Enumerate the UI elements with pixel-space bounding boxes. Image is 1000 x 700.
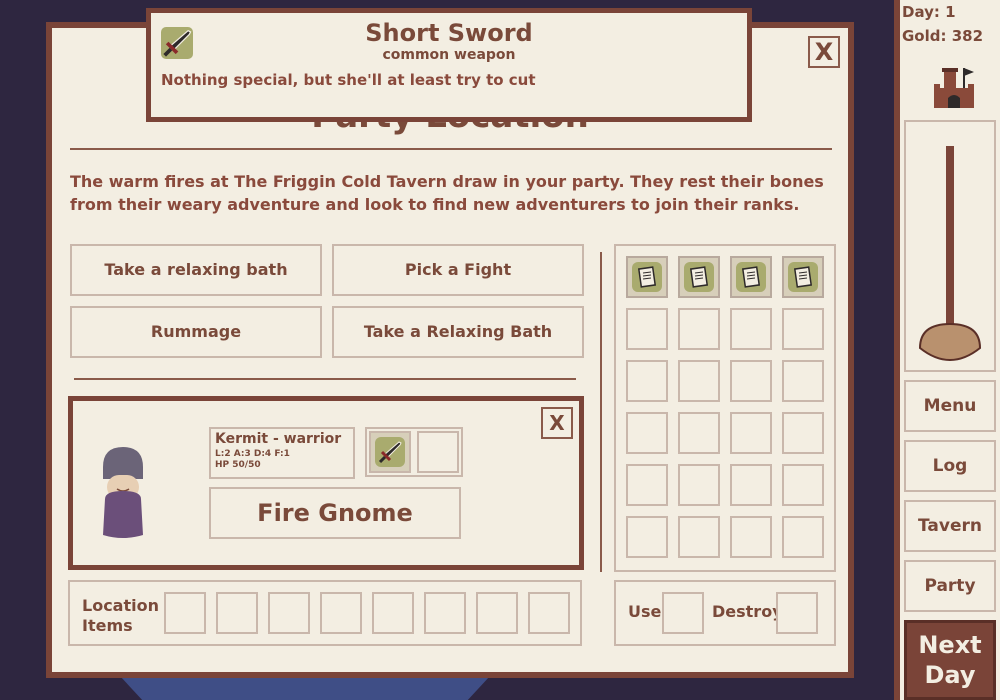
- inventory-slot[interactable]: [730, 464, 772, 506]
- day-timer: [904, 120, 996, 372]
- tavern-button[interactable]: Tavern: [904, 500, 996, 552]
- character-stats: L:2 A:3 D:4 F:1: [215, 449, 290, 459]
- location-item-slot[interactable]: [164, 592, 206, 634]
- inventory-slot[interactable]: [782, 412, 824, 454]
- inventory-slot[interactable]: [782, 360, 824, 402]
- inventory-slot[interactable]: [626, 308, 668, 350]
- inventory-slot[interactable]: [730, 256, 772, 298]
- location-items-bar: Location Items: [68, 580, 582, 646]
- character-info: Kermit - warrior L:2 A:3 D:4 F:1 HP 50/5…: [209, 427, 355, 479]
- equipped-weapon-slot[interactable]: [369, 431, 411, 473]
- equipment-slots: [365, 427, 463, 477]
- location-item-slot[interactable]: [528, 592, 570, 634]
- inventory-slot[interactable]: [626, 360, 668, 402]
- inventory-slot[interactable]: [782, 308, 824, 350]
- next-day-label: Next Day: [918, 631, 982, 689]
- inventory-grid: [614, 244, 836, 572]
- gold-counter: Gold: 382: [902, 27, 984, 45]
- destroy-slot[interactable]: [776, 592, 818, 634]
- inventory-slot[interactable]: [678, 308, 720, 350]
- next-day-button[interactable]: Next Day: [904, 620, 996, 700]
- inventory-slot[interactable]: [730, 308, 772, 350]
- action-button-pick-fight[interactable]: Pick a Fight: [332, 244, 584, 296]
- background-banner: [120, 676, 490, 700]
- action-button-rummage[interactable]: Rummage: [70, 306, 322, 358]
- inventory-slot[interactable]: [782, 464, 824, 506]
- character-name: Kermit - warrior: [215, 431, 342, 447]
- location-description: The warm fires at The Friggin Cold Taver…: [70, 172, 824, 214]
- character-hp: HP 50/50: [215, 460, 261, 470]
- party-button[interactable]: Party: [904, 560, 996, 612]
- location-item-slot[interactable]: [372, 592, 414, 634]
- item-tooltip: Short Sword common weapon Nothing specia…: [146, 8, 752, 122]
- inventory-slot[interactable]: [678, 360, 720, 402]
- location-items-label: Location Items: [82, 596, 159, 635]
- action-button-relaxing-bath-2[interactable]: Take a Relaxing Bath: [332, 306, 584, 358]
- location-item-slot[interactable]: [268, 592, 310, 634]
- tooltip-item-name: Short Sword: [365, 19, 533, 47]
- location-item-slot[interactable]: [424, 592, 466, 634]
- menu-button[interactable]: Menu: [904, 380, 996, 432]
- inventory-slot[interactable]: [626, 464, 668, 506]
- divider: [74, 378, 576, 380]
- castle-icon: [928, 64, 988, 114]
- vertical-divider: [600, 252, 602, 572]
- inventory-slot[interactable]: [678, 464, 720, 506]
- scroll-icon: [788, 262, 818, 292]
- inventory-slot[interactable]: [626, 256, 668, 298]
- inventory-slot[interactable]: [782, 256, 824, 298]
- scroll-icon: [736, 262, 766, 292]
- scroll-icon: [632, 262, 662, 292]
- inventory-slot[interactable]: [730, 412, 772, 454]
- character-close-button[interactable]: X: [541, 407, 573, 439]
- inventory-slot[interactable]: [678, 516, 720, 558]
- tooltip-item-type: common weapon: [382, 47, 516, 63]
- sidebar: Day: 1 Gold: 382 Menu Log Tavern Party N…: [894, 0, 1000, 700]
- character-class-button[interactable]: Fire Gnome: [209, 487, 461, 539]
- inventory-slot[interactable]: [678, 412, 720, 454]
- sword-icon: [375, 437, 405, 467]
- tooltip-item-description: Nothing special, but she'll at least try…: [161, 71, 536, 89]
- inventory-slot[interactable]: [626, 412, 668, 454]
- panel-close-button[interactable]: X: [808, 36, 840, 68]
- inventory-slot[interactable]: [782, 516, 824, 558]
- gnome-portrait-icon: [99, 445, 147, 545]
- day-counter: Day: 1: [902, 3, 956, 21]
- use-label: Use: [628, 602, 662, 621]
- sidebar-panel: Day: 1 Gold: 382 Menu Log Tavern Party N…: [900, 0, 1000, 700]
- scroll-icon: [684, 262, 714, 292]
- action-button-relaxing-bath[interactable]: Take a relaxing bath: [70, 244, 322, 296]
- location-item-slot[interactable]: [216, 592, 258, 634]
- inventory-slot[interactable]: [626, 516, 668, 558]
- inventory-slot[interactable]: [730, 516, 772, 558]
- item-actions-bar: Use Destroy: [614, 580, 836, 646]
- destroy-label: Destroy: [712, 602, 783, 621]
- divider: [70, 148, 832, 150]
- log-button[interactable]: Log: [904, 440, 996, 492]
- character-card: X Kermit - warrior L:2 A:3 D:4 F:1 HP 50…: [68, 396, 584, 570]
- inventory-slot[interactable]: [730, 360, 772, 402]
- location-item-slot[interactable]: [320, 592, 362, 634]
- use-slot[interactable]: [662, 592, 704, 634]
- location-item-slot[interactable]: [476, 592, 518, 634]
- inventory-slot[interactable]: [678, 256, 720, 298]
- equipment-slot-empty[interactable]: [417, 431, 459, 473]
